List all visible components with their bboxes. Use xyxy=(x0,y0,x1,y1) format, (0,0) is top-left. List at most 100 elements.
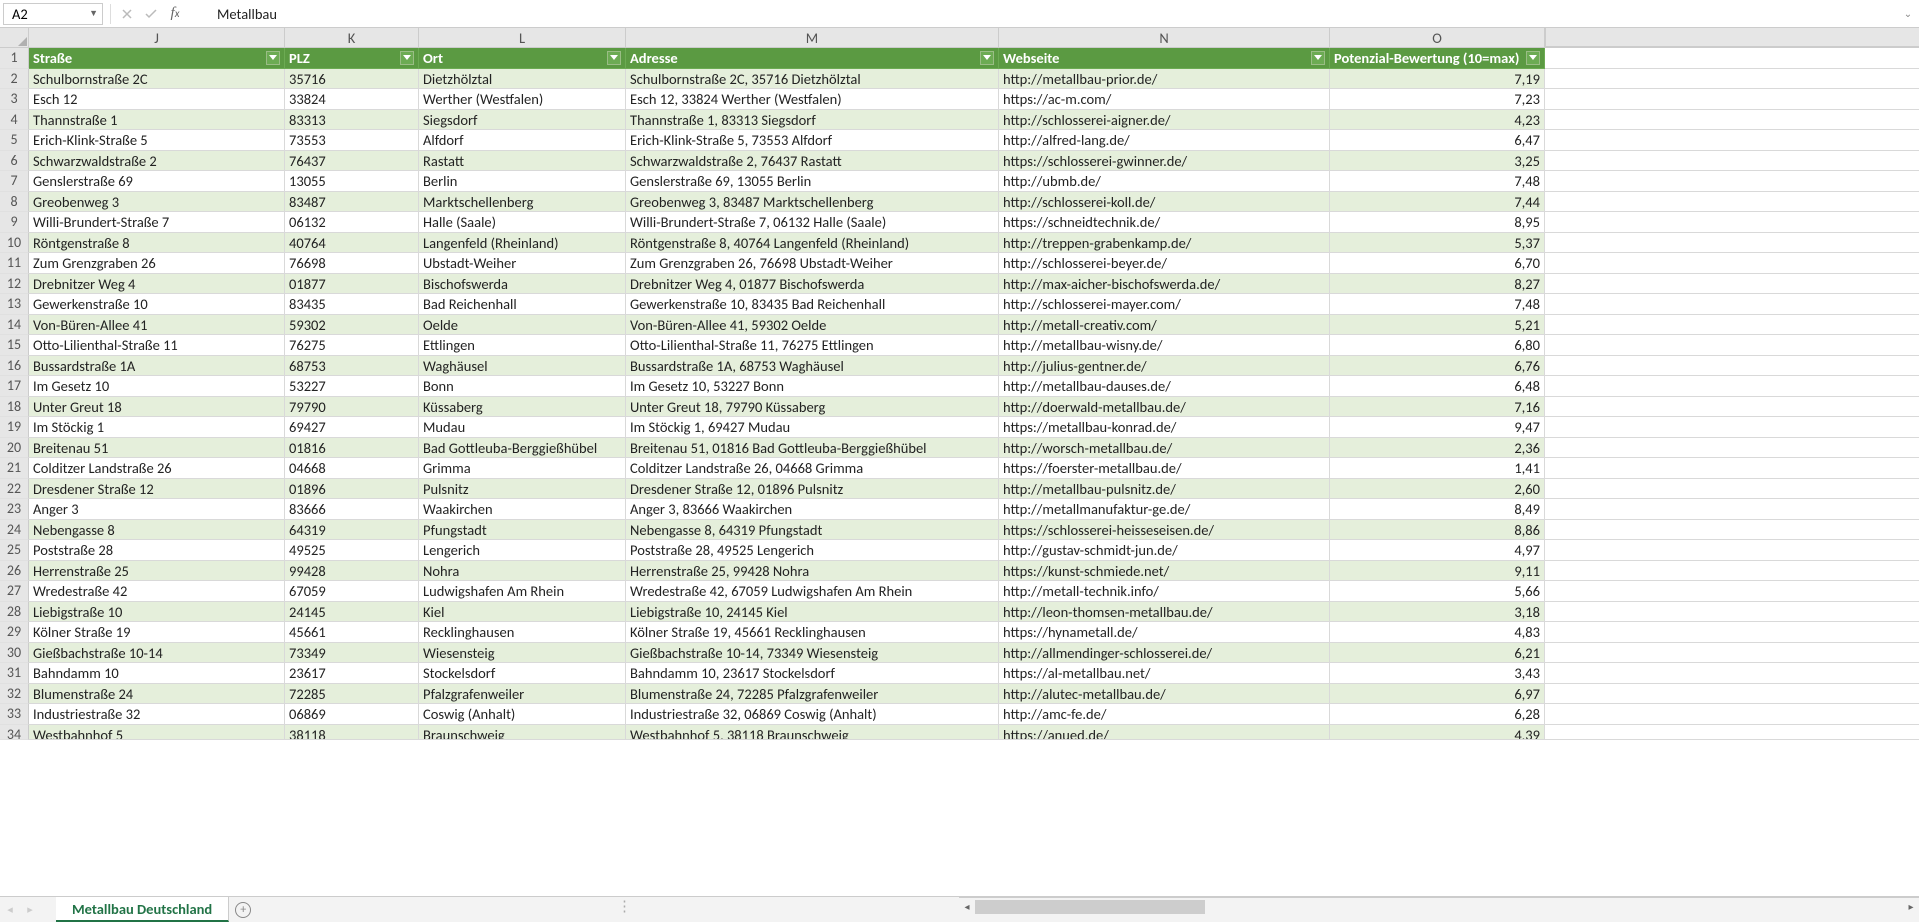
cell-webseite[interactable]: http://metallbau-dauses.de/ xyxy=(999,376,1330,397)
accept-formula-icon[interactable] xyxy=(139,3,163,25)
cell-plz[interactable]: 83666 xyxy=(285,499,419,520)
cell-ort[interactable]: Waghäusel xyxy=(419,356,626,377)
cell-webseite[interactable]: http://max-aicher-bischofswerda.de/ xyxy=(999,274,1330,295)
col-header-k[interactable]: K xyxy=(285,28,419,47)
cell-ort[interactable]: Oelde xyxy=(419,315,626,336)
cell-plz[interactable]: 01816 xyxy=(285,438,419,459)
cell-potenzial[interactable]: 6,28 xyxy=(1330,704,1545,725)
col-header-o[interactable]: O xyxy=(1330,28,1545,47)
row-header[interactable]: 2 xyxy=(0,69,29,90)
cell-plz[interactable]: 23617 xyxy=(285,663,419,684)
cell-webseite[interactable]: https://anued.de/ xyxy=(999,725,1330,740)
cell-adresse[interactable]: Herrenstraße 25, 99428 Nohra xyxy=(626,561,999,582)
cell-plz[interactable]: 24145 xyxy=(285,602,419,623)
cell-strasse[interactable]: Röntgenstraße 8 xyxy=(29,233,285,254)
cell-ort[interactable]: Lengerich xyxy=(419,540,626,561)
cell-potenzial[interactable]: 3,18 xyxy=(1330,602,1545,623)
cell-plz[interactable]: 35716 xyxy=(285,69,419,90)
cell-strasse[interactable]: Zum Grenzgraben 26 xyxy=(29,253,285,274)
header-cell-m[interactable]: Adresse xyxy=(626,48,999,69)
cell-adresse[interactable]: Dresdener Straße 12, 01896 Pulsnitz xyxy=(626,479,999,500)
cell-ort[interactable]: Halle (Saale) xyxy=(419,212,626,233)
cell-plz[interactable]: 83313 xyxy=(285,110,419,131)
cell-potenzial[interactable]: 7,48 xyxy=(1330,294,1545,315)
cell-ort[interactable]: Langenfeld (Rheinland) xyxy=(419,233,626,254)
cell-plz[interactable]: 38118 xyxy=(285,725,419,740)
cell-potenzial[interactable]: 3,43 xyxy=(1330,663,1545,684)
scrollbar-track[interactable] xyxy=(975,899,1903,915)
cell-plz[interactable]: 79790 xyxy=(285,397,419,418)
cell-plz[interactable]: 68753 xyxy=(285,356,419,377)
cell-webseite[interactable]: http://schlosserei-beyer.de/ xyxy=(999,253,1330,274)
cell-webseite[interactable]: https://metallbau-konrad.de/ xyxy=(999,417,1330,438)
cell-ort[interactable]: Ubstadt-Weiher xyxy=(419,253,626,274)
cell-strasse[interactable]: Dresdener Straße 12 xyxy=(29,479,285,500)
cell-ort[interactable]: Ettlingen xyxy=(419,335,626,356)
cell-webseite[interactable]: http://julius-gentner.de/ xyxy=(999,356,1330,377)
cell-adresse[interactable]: Blumenstraße 24, 72285 Pfalzgrafenweiler xyxy=(626,684,999,705)
cell-plz[interactable]: 69427 xyxy=(285,417,419,438)
cell-plz[interactable]: 49525 xyxy=(285,540,419,561)
cell-adresse[interactable]: Gewerkenstraße 10, 83435 Bad Reichenhall xyxy=(626,294,999,315)
select-all-corner[interactable] xyxy=(0,28,29,47)
cell-plz[interactable]: 73349 xyxy=(285,643,419,664)
cell-ort[interactable]: Rastatt xyxy=(419,151,626,172)
row-header[interactable]: 11 xyxy=(0,253,29,274)
tab-split-handle-icon[interactable]: ⋮ xyxy=(617,897,632,922)
cell-webseite[interactable]: http://metallbau-wisny.de/ xyxy=(999,335,1330,356)
cell-plz[interactable]: 83435 xyxy=(285,294,419,315)
cell-strasse[interactable]: Von-Büren-Allee 41 xyxy=(29,315,285,336)
cell-plz[interactable]: 40764 xyxy=(285,233,419,254)
cell-strasse[interactable]: Genslerstraße 69 xyxy=(29,171,285,192)
cell-webseite[interactable]: https://al-metallbau.net/ xyxy=(999,663,1330,684)
cell-strasse[interactable]: Nebengasse 8 xyxy=(29,520,285,541)
cell-webseite[interactable]: http://gustav-schmidt-jun.de/ xyxy=(999,540,1330,561)
filter-icon[interactable] xyxy=(607,51,621,65)
cell-ort[interactable]: Alfdorf xyxy=(419,130,626,151)
cell-adresse[interactable]: Greobenweg 3, 83487 Marktschellenberg xyxy=(626,192,999,213)
cell-adresse[interactable]: Nebengasse 8, 64319 Pfungstadt xyxy=(626,520,999,541)
cell-webseite[interactable]: http://amc-fe.de/ xyxy=(999,704,1330,725)
cell-plz[interactable]: 06869 xyxy=(285,704,419,725)
cell-strasse[interactable]: Industriestraße 32 xyxy=(29,704,285,725)
cell-strasse[interactable]: Greobenweg 3 xyxy=(29,192,285,213)
cell-webseite[interactable]: http://metallbau-prior.de/ xyxy=(999,69,1330,90)
tab-nav-first-icon[interactable]: ◂ xyxy=(0,897,20,922)
cell-ort[interactable]: Waakirchen xyxy=(419,499,626,520)
cell-webseite[interactable]: https://kunst-schmiede.net/ xyxy=(999,561,1330,582)
cell-strasse[interactable]: Poststraße 28 xyxy=(29,540,285,561)
cell-adresse[interactable]: Kölner Straße 19, 45661 Recklinghausen xyxy=(626,622,999,643)
row-header[interactable]: 27 xyxy=(0,581,29,602)
cell-potenzial[interactable]: 5,37 xyxy=(1330,233,1545,254)
cell-webseite[interactable]: http://allmendinger-schlosserei.de/ xyxy=(999,643,1330,664)
cell-ort[interactable]: Werther (Westfalen) xyxy=(419,89,626,110)
cell-webseite[interactable]: https://schneidtechnik.de/ xyxy=(999,212,1330,233)
cell-ort[interactable]: Küssaberg xyxy=(419,397,626,418)
cell-adresse[interactable]: Schwarzwaldstraße 2, 76437 Rastatt xyxy=(626,151,999,172)
cell-potenzial[interactable]: 4,39 xyxy=(1330,725,1545,740)
cell-potenzial[interactable]: 7,23 xyxy=(1330,89,1545,110)
cell-strasse[interactable]: Im Gesetz 10 xyxy=(29,376,285,397)
row-header[interactable]: 16 xyxy=(0,356,29,377)
cell-potenzial[interactable]: 9,47 xyxy=(1330,417,1545,438)
row-header[interactable]: 6 xyxy=(0,151,29,172)
row-header[interactable]: 14 xyxy=(0,315,29,336)
cell-strasse[interactable]: Westbahnhof 5 xyxy=(29,725,285,740)
cell-potenzial[interactable]: 8,27 xyxy=(1330,274,1545,295)
cell-strasse[interactable]: Blumenstraße 24 xyxy=(29,684,285,705)
row-header[interactable]: 34 xyxy=(0,725,29,740)
cell-strasse[interactable]: Esch 12 xyxy=(29,89,285,110)
cell-webseite[interactable]: http://treppen-grabenkamp.de/ xyxy=(999,233,1330,254)
cell-ort[interactable]: Kiel xyxy=(419,602,626,623)
cell-ort[interactable]: Coswig (Anhalt) xyxy=(419,704,626,725)
cell-strasse[interactable]: Kölner Straße 19 xyxy=(29,622,285,643)
cell-adresse[interactable]: Röntgenstraße 8, 40764 Langenfeld (Rhein… xyxy=(626,233,999,254)
cell-plz[interactable]: 45661 xyxy=(285,622,419,643)
row-header[interactable]: 25 xyxy=(0,540,29,561)
scrollbar-thumb[interactable] xyxy=(975,900,1205,914)
cell-adresse[interactable]: Otto-Lilienthal-Straße 11, 76275 Ettling… xyxy=(626,335,999,356)
cell-webseite[interactable]: https://ac-m.com/ xyxy=(999,89,1330,110)
cell-potenzial[interactable]: 6,70 xyxy=(1330,253,1545,274)
cell-strasse[interactable]: Herrenstraße 25 xyxy=(29,561,285,582)
cell-potenzial[interactable]: 1,41 xyxy=(1330,458,1545,479)
